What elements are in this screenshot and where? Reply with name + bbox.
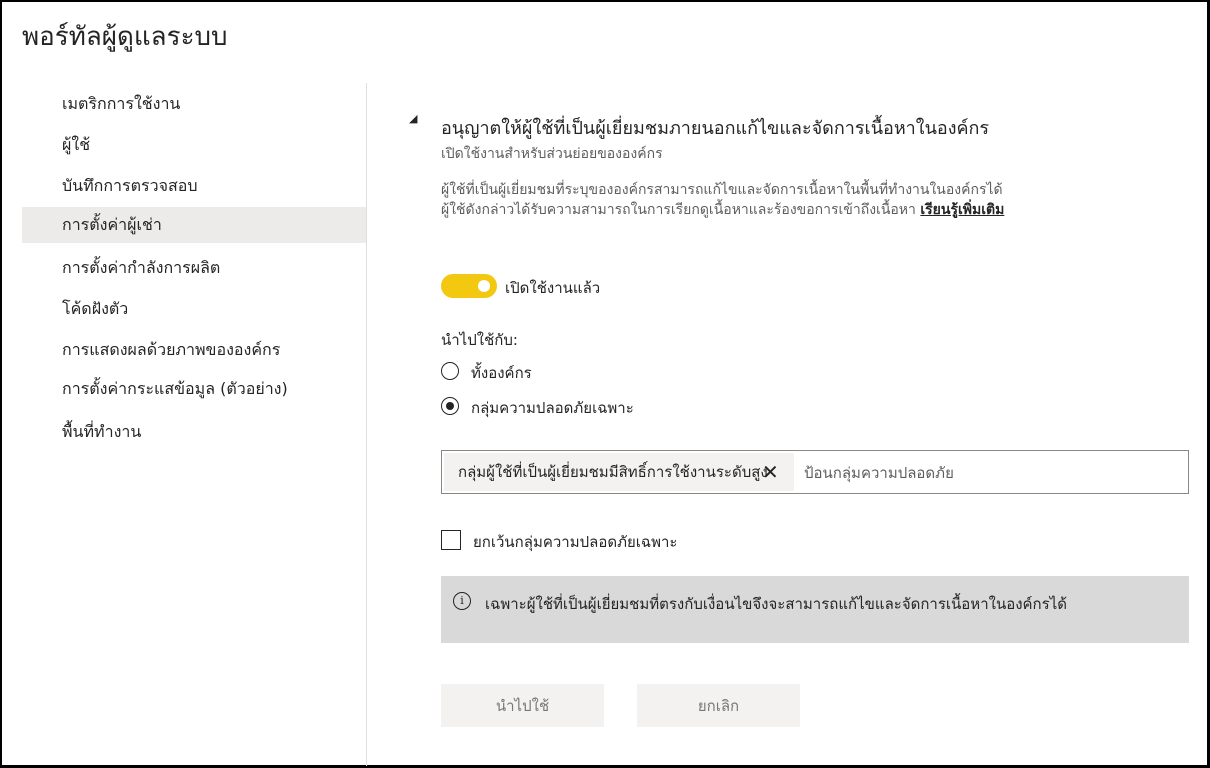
sidebar-item-organizational-visuals[interactable]: การแสดงผลด้วยภาพขององค์กร — [22, 332, 366, 368]
radio-button-empty[interactable] — [441, 362, 459, 380]
radio-dot — [445, 401, 454, 410]
security-group-chip: กลุ่มผู้ใช้ที่เป็นผู้เยี่ยมชมมีสิทธิ์การ… — [444, 453, 794, 491]
sidebar-item-dataflow-settings[interactable]: การตั้งค่ากระแสข้อมูล (ตัวอย่าง) — [22, 371, 366, 407]
description-line-2: ผู้ใช้ดังกล่าวได้รับความสามารถในการเรียก… — [441, 200, 1141, 220]
sidebar-item-users[interactable]: ผู้ใช้ — [22, 127, 366, 163]
setting-description: ผู้ใช้ที่เป็นผู้เยี่ยมชมที่ระบุขององค์กร… — [441, 180, 1141, 220]
setting-title: อนุญาตให้ผู้ใช้ที่เป็นผู้เยี่ยมชมภายนอกแ… — [441, 118, 990, 139]
except-groups-checkbox[interactable] — [441, 530, 461, 550]
sidebar-item-capacity-settings[interactable]: การตั้งค่ากำลังการผลิต — [22, 250, 366, 286]
setting-subtitle: เปิดใช้งานสำหรับส่วนย่อยขององค์กร — [441, 146, 663, 162]
except-groups-label: ยกเว้นกลุ่มความปลอดภัยเฉพาะ — [473, 533, 678, 551]
sidebar-item-audit-logs[interactable]: บันทึกการตรวจสอบ — [22, 168, 366, 204]
collapse-triangle-icon[interactable]: ◢ — [409, 112, 417, 125]
sidebar-item-tenant-settings[interactable]: การตั้งค่าผู้เช่า — [22, 207, 366, 243]
security-group-chip-label: กลุ่มผู้ใช้ที่เป็นผู้เยี่ยมชมมีสิทธิ์การ… — [458, 463, 768, 481]
enabled-toggle[interactable] — [441, 274, 497, 298]
page-title: พอร์ทัลผู้ดูแลระบบ — [22, 22, 228, 52]
radio-label-specific-security-groups: กลุ่มความปลอดภัยเฉพาะ — [471, 399, 634, 417]
sidebar-item-workspaces[interactable]: พื้นที่ทำงาน — [22, 414, 366, 450]
sidebar-item-embed-codes[interactable]: โค้ดฝังตัว — [22, 291, 366, 327]
info-banner: i เฉพาะผู้ใช้ที่เป็นผู้เยี่ยมชมที่ตรงกับ… — [441, 576, 1189, 643]
toggle-knob — [478, 280, 490, 292]
enabled-label: เปิดใช้งานแล้ว — [505, 279, 601, 297]
description-line-1: ผู้ใช้ที่เป็นผู้เยี่ยมชมที่ระบุขององค์กร… — [441, 182, 1003, 198]
description-line-2-text: ผู้ใช้ดังกล่าวได้รับความสามารถในการเรียก… — [441, 202, 916, 218]
radio-label-entire-organization: ทั้งองค์กร — [471, 364, 532, 382]
security-group-picker[interactable]: กลุ่มผู้ใช้ที่เป็นผู้เยี่ยมชมมีสิทธิ์การ… — [441, 450, 1189, 494]
sidebar-item-usage-metrics[interactable]: เมตริกการใช้งาน — [22, 86, 366, 122]
close-icon[interactable]: ✕ — [762, 453, 779, 491]
cancel-button[interactable]: ยกเลิก — [637, 684, 800, 727]
info-icon: i — [453, 592, 471, 610]
radio-button-selected[interactable] — [441, 397, 459, 415]
info-text: เฉพาะผู้ใช้ที่เป็นผู้เยี่ยมชมที่ตรงกับเง… — [485, 595, 1067, 613]
security-group-input[interactable] — [802, 453, 1186, 493]
sidebar-nav: เมตริกการใช้งาน ผู้ใช้ บันทึกการตรวจสอบ … — [0, 83, 366, 766]
sidebar-divider — [366, 83, 367, 766]
apply-button[interactable]: นำไปใช้ — [441, 684, 604, 727]
learn-more-link[interactable]: เรียนรู้เพิ่มเติม — [920, 202, 1004, 218]
apply-to-label: นำไปใช้กับ: — [441, 331, 518, 349]
